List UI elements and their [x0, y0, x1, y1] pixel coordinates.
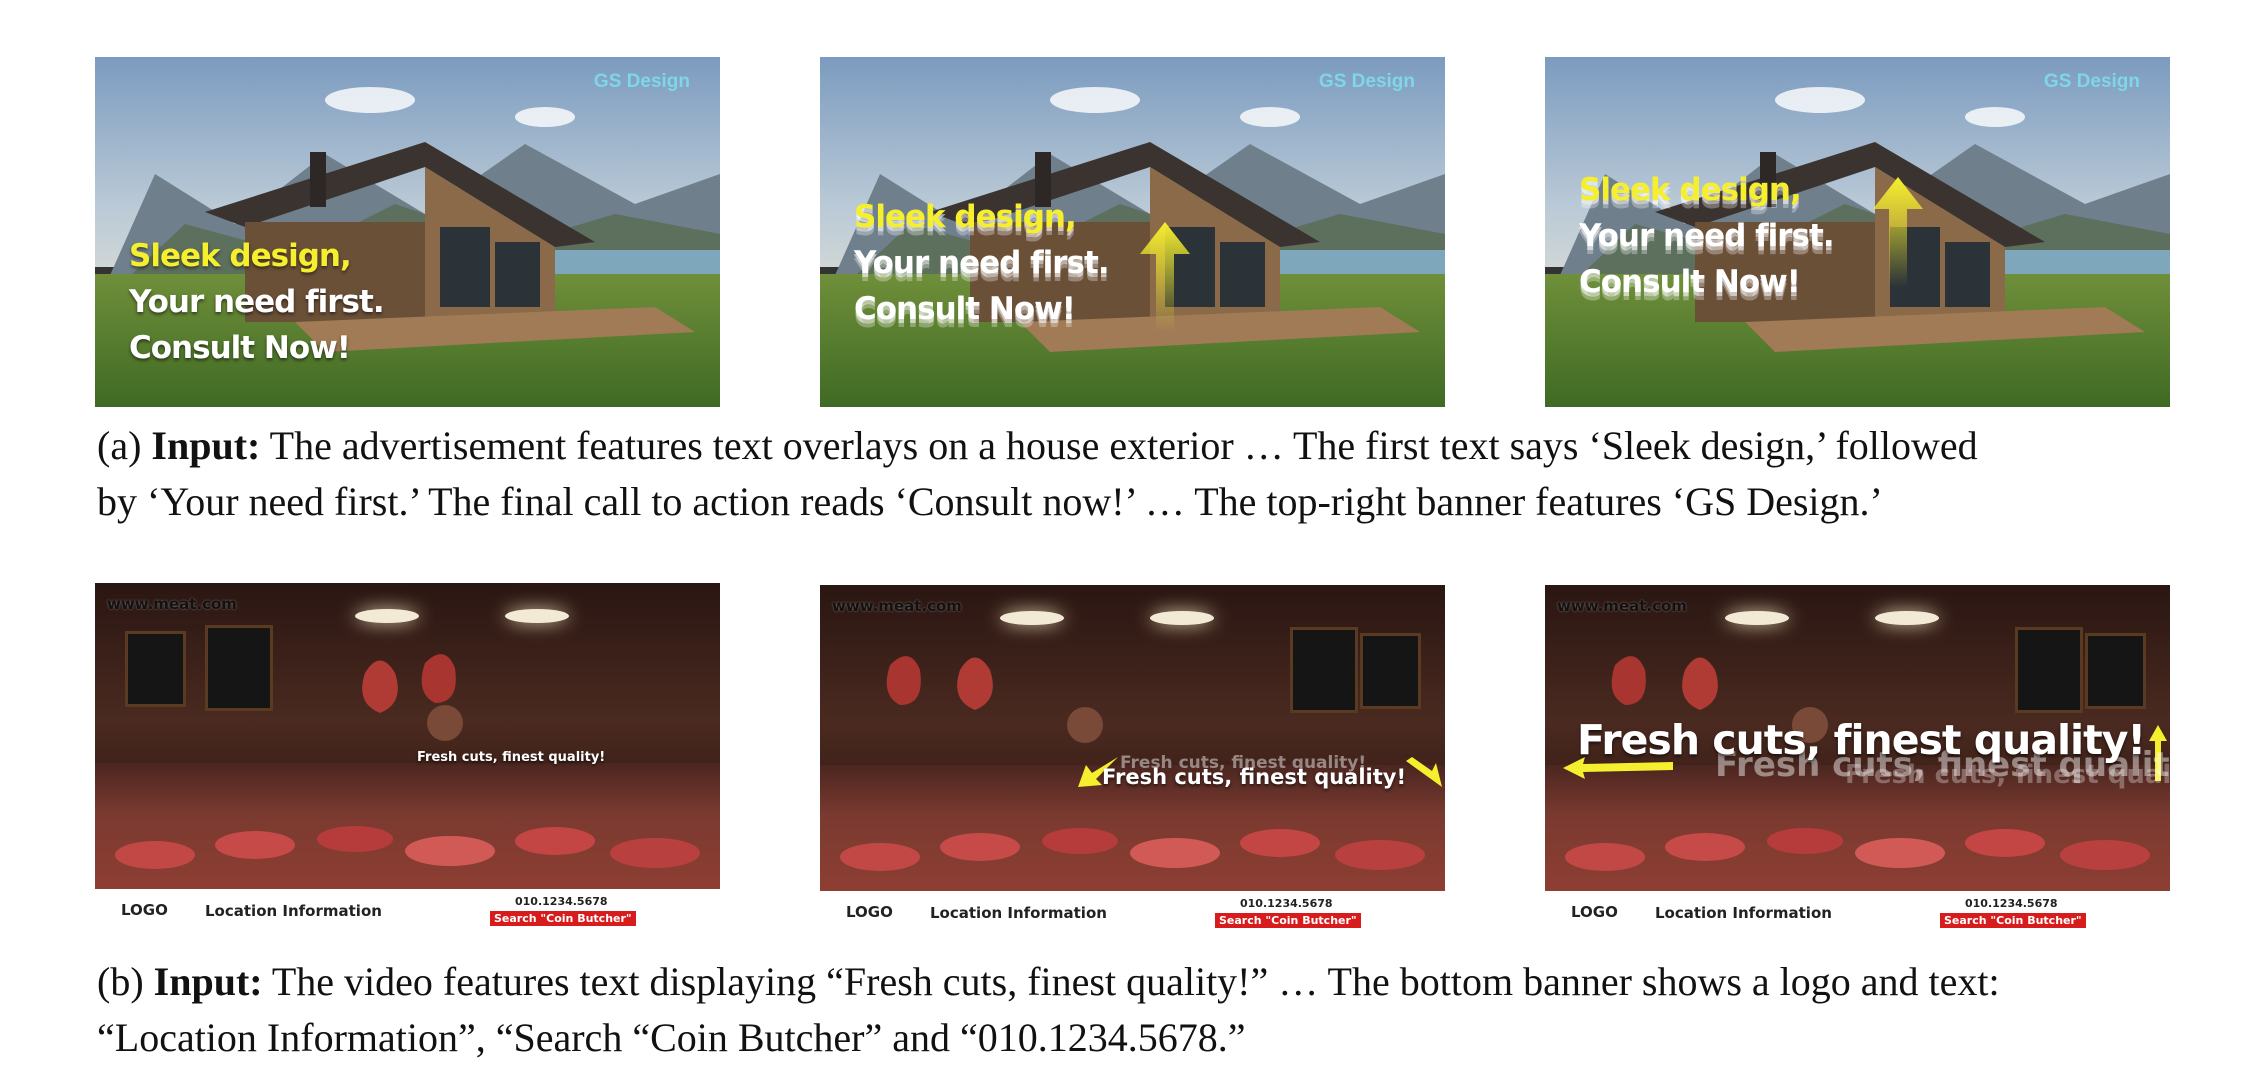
ad-line-consult: Consult Now! [1579, 264, 1801, 300]
url-label: www.meat.com [107, 595, 237, 613]
bottom-banner: LOGO Location Information 010.1234.5678 … [1545, 891, 2170, 935]
url-label: www.meat.com [1557, 597, 1687, 615]
caption-a-prefix: (a) [97, 423, 152, 468]
search-badge: Search "Coin Butcher" [1940, 913, 2086, 928]
brand-label: GS Design [2043, 71, 2140, 92]
url-label: www.meat.com [832, 597, 962, 615]
logo-label: LOGO [846, 903, 893, 921]
caption-a-label: Input: [151, 423, 261, 468]
caption-b-prefix: (b) [97, 959, 154, 1004]
caption-b-line2: “Location Information”, “Search “Coin Bu… [97, 1015, 1246, 1060]
ad-line-need: Your need first. [129, 284, 385, 320]
butcher-frame-3: www.meat.com Fresh cuts, finest quality!… [1545, 585, 2170, 935]
house-frame-2: GS Design Sleek design, Your need first.… [820, 57, 1445, 407]
phone-label: 010.1234.5678 [1240, 897, 1333, 910]
bottom-banner: LOGO Location Information 010.1234.5678 … [820, 891, 1445, 935]
search-badge: Search "Coin Butcher" [490, 911, 636, 926]
ad-line-sleek: Sleek design, [854, 199, 1077, 235]
meat-display [840, 656, 1425, 871]
caption-b-line1: (b) Input: The video features text displ… [97, 954, 2000, 1010]
meat-display [115, 654, 700, 869]
butcher-frame-1: www.meat.com Fresh cuts, finest quality!… [95, 583, 720, 933]
logo-label: LOGO [121, 901, 168, 919]
ad-line-sleek: Sleek design, [129, 238, 352, 274]
brand-label: GS Design [1318, 71, 1415, 92]
phone-label: 010.1234.5678 [1965, 897, 2058, 910]
headline-fresh-cuts: Fresh cuts, finest quality! [1102, 765, 1407, 789]
up-arrow-icon [1873, 177, 1923, 287]
headline-fresh-cuts: Fresh cuts, finest quality! [1577, 716, 2146, 764]
caption-a-text1: The advertisement features text overlays… [260, 423, 1978, 468]
caption-b-label: Input: [153, 959, 263, 1004]
caption-a-line1: (a) Input: The advertisement features te… [97, 418, 1978, 474]
caption-b-text1: The video features text displaying “Fres… [262, 959, 2000, 1004]
ad-text-block: Sleek design, Your need first. Consult N… [1579, 167, 1835, 305]
bottom-banner: LOGO Location Information 010.1234.5678 … [95, 889, 720, 933]
butcher-frame-2: www.meat.com Fresh cuts, finest quality!… [820, 585, 1445, 935]
house-frame-1: GS Design Sleek design, Your need first.… [95, 57, 720, 407]
search-badge: Search "Coin Butcher" [1215, 913, 1361, 928]
ad-text-block: Sleek design, Your need first. Consult N… [129, 233, 385, 371]
location-label: Location Information [205, 902, 382, 920]
ad-line-consult: Consult Now! [854, 291, 1076, 327]
ad-line-consult: Consult Now! [129, 330, 351, 366]
headline-fresh-cuts: Fresh cuts, finest quality! [417, 750, 606, 765]
up-arrow-icon [1140, 222, 1190, 332]
phone-label: 010.1234.5678 [515, 895, 608, 908]
location-label: Location Information [930, 904, 1107, 922]
house-frame-3: GS Design Sleek design, Your need first.… [1545, 57, 2170, 407]
ad-line-need: Your need first. [854, 245, 1110, 281]
caption-a: (a) Input: The advertisement features te… [97, 418, 1978, 530]
caption-b: (b) Input: The video features text displ… [97, 954, 2000, 1066]
ad-line-sleek: Sleek design, [1579, 172, 1802, 208]
ad-line-need: Your need first. [1579, 218, 1835, 254]
ad-text-block: Sleek design, Your need first. Consult N… [854, 194, 1110, 332]
logo-label: LOGO [1571, 903, 1618, 921]
arrow-right-icon [1406, 757, 1442, 787]
headline-ghost: Fresh cuts, finest quality! [1845, 760, 2170, 790]
brand-label: GS Design [593, 71, 690, 92]
caption-a-line2: by ‘Your need first.’ The final call to … [97, 479, 1883, 524]
location-label: Location Information [1655, 904, 1832, 922]
